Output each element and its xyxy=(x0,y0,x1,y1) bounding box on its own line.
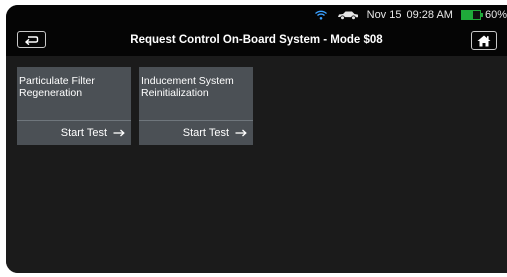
status-time: 09:28 AM xyxy=(406,9,453,21)
wifi-icon xyxy=(314,10,327,20)
app-window: Nov 15 09:28 AM 60% Request Control On-B… xyxy=(6,5,507,273)
battery-percent: 60% xyxy=(484,9,507,21)
start-test-label: Start Test xyxy=(182,127,229,139)
car-icon xyxy=(337,11,358,20)
back-arrow-icon xyxy=(24,35,39,45)
home-icon xyxy=(477,35,491,46)
battery-icon xyxy=(460,10,483,20)
test-list-area: Particulate Filter Regeneration Start Te… xyxy=(6,56,507,273)
status-date: Nov 15 xyxy=(366,9,402,21)
battery-tip xyxy=(480,13,483,17)
arrow-right-icon xyxy=(235,129,247,137)
back-button[interactable] xyxy=(17,31,46,48)
test-tile-title: Inducement System Reinitialization xyxy=(141,75,234,99)
status-bar: Nov 15 09:28 AM 60% xyxy=(6,5,507,25)
tile-divider xyxy=(17,120,131,121)
battery-level-fill xyxy=(461,11,473,19)
title-toolbar: Request Control On-Board System - Mode $… xyxy=(6,25,507,56)
arrow-right-icon xyxy=(113,129,125,137)
tile-divider xyxy=(139,120,253,121)
start-test-button[interactable]: Start Test xyxy=(61,127,125,139)
home-button[interactable] xyxy=(471,31,497,50)
test-tile-particulate-filter[interactable]: Particulate Filter Regeneration Start Te… xyxy=(17,67,131,145)
status-indicators: Nov 15 09:28 AM 60% xyxy=(314,8,507,22)
page-title: Request Control On-Board System - Mode $… xyxy=(130,34,383,46)
test-tile-inducement-system[interactable]: Inducement System Reinitialization Start… xyxy=(139,67,253,145)
start-test-label: Start Test xyxy=(60,127,107,139)
test-tile-title: Particulate Filter Regeneration xyxy=(19,75,95,99)
start-test-button[interactable]: Start Test xyxy=(183,127,247,139)
